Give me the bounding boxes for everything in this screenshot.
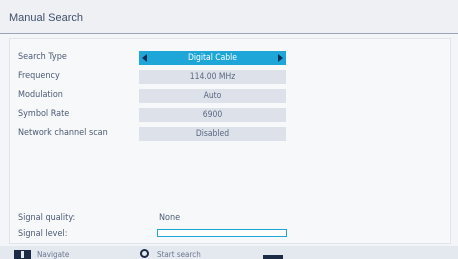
signal-quality-value: None: [159, 213, 181, 223]
title-bar: Manual Search: [0, 0, 458, 34]
navigate-icon: [14, 250, 31, 259]
search-type-selector[interactable]: Digital Cable: [139, 51, 286, 65]
network-channel-scan-label: Network channel scan: [18, 128, 108, 138]
frequency-value[interactable]: 114.00 MHz: [139, 70, 286, 84]
search-type-label: Search Type: [18, 52, 67, 62]
settings-panel: Search Type Digital Cable Frequency 114.…: [9, 38, 451, 244]
page-title: Manual Search: [9, 12, 83, 24]
manual-search-screen: Manual Search Search Type Digital Cable …: [0, 0, 458, 259]
modulation-label: Modulation: [18, 90, 63, 100]
signal-level: Signal level:: [18, 229, 438, 241]
network-channel-scan-row[interactable]: Network channel scan Disabled: [18, 127, 438, 141]
signal-level-bar: [157, 229, 287, 237]
frequency-label: Frequency: [18, 71, 60, 81]
arrow-left-icon[interactable]: [142, 54, 147, 62]
arrow-right-icon[interactable]: [278, 54, 283, 62]
symbol-rate-row[interactable]: Symbol Rate 6900: [18, 108, 438, 122]
symbol-rate-value[interactable]: 6900: [139, 108, 286, 122]
start-search-label: Start search: [157, 250, 201, 259]
frequency-row[interactable]: Frequency 114.00 MHz: [18, 70, 438, 84]
footer-mark: [263, 255, 283, 259]
footer-help-bar: Navigate Start search: [0, 246, 458, 259]
signal-quality: Signal quality: None: [18, 213, 438, 225]
network-channel-scan-value[interactable]: Disabled: [139, 127, 286, 141]
modulation-value[interactable]: Auto: [139, 89, 286, 103]
symbol-rate-label: Symbol Rate: [18, 109, 70, 119]
modulation-row[interactable]: Modulation Auto: [18, 89, 438, 103]
search-type-value: Digital Cable: [188, 53, 237, 63]
signal-level-label: Signal level:: [18, 229, 68, 239]
signal-quality-label: Signal quality:: [18, 213, 76, 223]
ok-button-icon: [140, 249, 149, 258]
search-type-row[interactable]: Search Type Digital Cable: [18, 51, 438, 65]
navigate-label: Navigate: [37, 250, 70, 259]
